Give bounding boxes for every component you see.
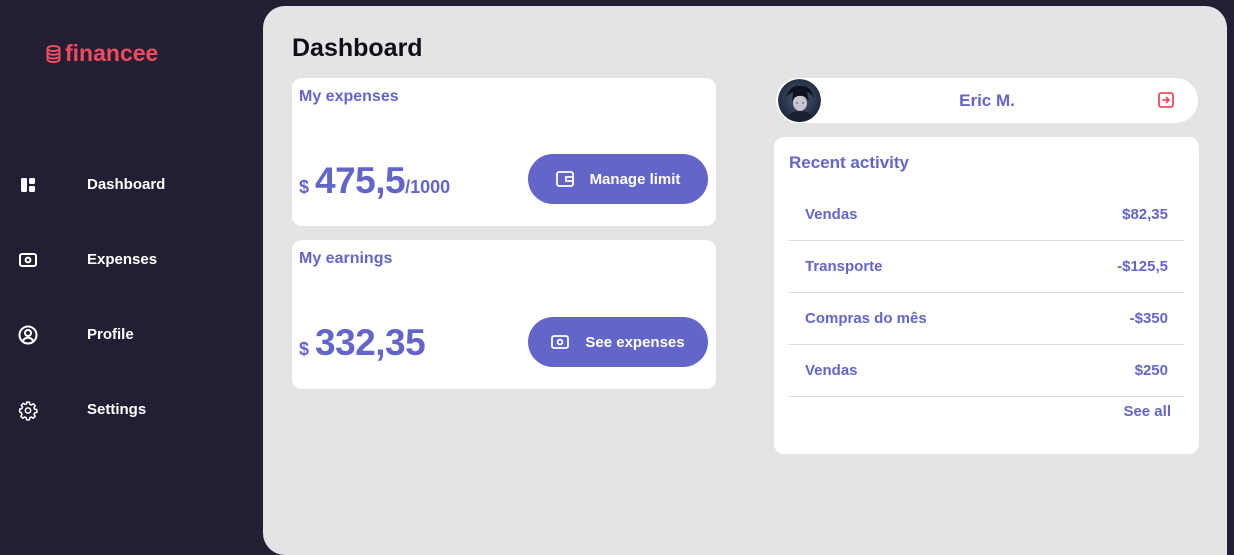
activity-value: -$125,5 (1117, 258, 1168, 275)
sidebar-item-label: Dashboard (87, 176, 166, 193)
see-expenses-label: See expenses (585, 333, 685, 351)
list-item[interactable]: Vendas $82,35 (788, 189, 1184, 241)
earnings-amount: $ 332,35 (299, 322, 426, 364)
sidebar-item-label: Settings (87, 401, 147, 418)
currency-symbol: $ (299, 339, 310, 359)
expenses-amount: $ 475,5 /1000 (299, 160, 450, 202)
main-content: Dashboard My expenses $ 475,5 /1000 Mana… (263, 6, 1227, 555)
money-bill-icon (18, 250, 38, 270)
sidebar-item-label: Profile (87, 326, 134, 343)
sidebar-item-label: Expenses (87, 251, 158, 268)
earnings-card: My earnings $ 332,35 See expenses (292, 240, 716, 389)
manage-limit-button[interactable]: Manage limit (528, 154, 708, 204)
expenses-value: 475,5 (315, 160, 406, 201)
sidebar-item-settings[interactable]: Settings (0, 390, 263, 430)
manage-limit-label: Manage limit (589, 170, 681, 188)
gear-icon (18, 400, 38, 421)
logout-icon[interactable] (1157, 91, 1175, 109)
user-bar: Eric M. (776, 78, 1198, 123)
earnings-card-title: My earnings (299, 250, 393, 267)
activity-value: -$350 (1129, 310, 1168, 327)
sidebar: financee Dashboard Expenses Profile Sett… (0, 0, 263, 555)
recent-activity-title: Recent activity (789, 153, 909, 172)
activity-value: $82,35 (1122, 206, 1168, 223)
dashboard-grid-icon (18, 175, 38, 195)
user-name: Eric M. (959, 91, 1015, 110)
list-item[interactable]: Compras do mês -$350 (788, 293, 1184, 345)
list-item[interactable]: Vendas $250 (788, 345, 1184, 397)
sidebar-item-profile[interactable]: Profile (0, 315, 263, 355)
user-circle-icon (18, 325, 38, 345)
brand-name: financee (65, 40, 159, 66)
recent-activity-card: Recent activity Vendas $82,35 Transporte… (774, 137, 1199, 454)
activity-label: Vendas (805, 206, 858, 223)
currency-symbol: $ (299, 177, 310, 197)
expenses-card: My expenses $ 475,5 /1000 Manage limit (292, 78, 716, 226)
sidebar-item-dashboard[interactable]: Dashboard (0, 165, 263, 205)
activity-list: Vendas $82,35 Transporte -$125,5 Compras… (788, 189, 1184, 397)
list-item[interactable]: Transporte -$125,5 (788, 241, 1184, 293)
activity-label: Vendas (805, 362, 858, 379)
expenses-card-title: My expenses (299, 88, 399, 105)
sidebar-item-expenses[interactable]: Expenses (0, 240, 263, 280)
brand-logo[interactable]: financee (46, 40, 158, 67)
expenses-limit: /1000 (405, 177, 451, 197)
see-expenses-button[interactable]: See expenses (528, 317, 708, 367)
activity-label: Compras do mês (805, 310, 927, 327)
activity-value: $250 (1134, 362, 1168, 379)
money-bill-icon (551, 335, 570, 349)
page-title: Dashboard (292, 34, 423, 62)
activity-label: Transporte (805, 258, 883, 275)
wallet-icon (555, 171, 574, 187)
see-all-link[interactable]: See all (1123, 403, 1171, 420)
database-icon (46, 44, 61, 63)
earnings-value: 332,35 (315, 322, 426, 363)
